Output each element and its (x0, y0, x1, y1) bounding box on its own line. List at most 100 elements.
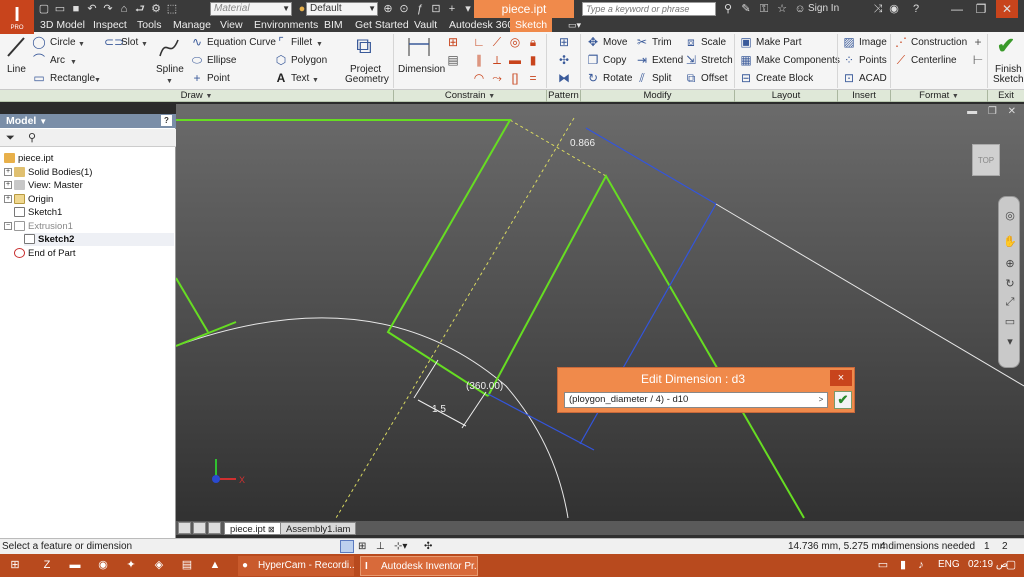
plus-icon[interactable]: + (446, 3, 458, 15)
tab-sketch[interactable]: Sketch (510, 18, 553, 32)
user-icon[interactable]: ☺ (794, 3, 806, 15)
chevron-right-icon[interactable]: > (816, 394, 826, 406)
panel-draw[interactable]: Draw ▼ (0, 90, 393, 102)
sketch-canvas[interactable]: 0.866 (360.00) 1.5 X (176, 104, 1024, 538)
coincident-icon[interactable]: ∟ (472, 36, 486, 48)
dimension-1-5-ext-b[interactable] (461, 391, 487, 429)
return-icon[interactable]: ⮐ (134, 3, 146, 15)
folder-icon[interactable]: ▬ (68, 558, 82, 572)
tab-bim[interactable]: BIM (322, 18, 345, 32)
smooth-icon[interactable]: ⤳ (490, 72, 504, 84)
save-icon[interactable]: ■ (70, 3, 82, 15)
profile-polygon-edge-1[interactable] (176, 119, 512, 397)
dimension-text-1-5[interactable]: 1.5 (432, 404, 446, 415)
expand-icon[interactable]: + (4, 181, 12, 190)
doc-tab-assembly[interactable]: Assembly1.iam (280, 522, 357, 535)
battery-icon[interactable]: ▭ (876, 558, 890, 572)
extension-line[interactable] (715, 203, 1024, 387)
restore-icon[interactable]: ❐ (970, 0, 992, 18)
taskbar-hypercam[interactable]: ● HyperCam - Recordi... (238, 556, 354, 576)
panel-layout[interactable]: Layout (735, 90, 837, 102)
tangent-icon[interactable]: ◠ (472, 72, 486, 84)
snap-icon[interactable] (340, 540, 354, 553)
tile-horizontal-icon[interactable] (178, 522, 191, 534)
driven-dimension-icon[interactable]: ⊢ (971, 54, 985, 66)
start-icon[interactable]: ⊞ (8, 558, 22, 572)
circular-pattern-icon[interactable]: ✣ (557, 54, 571, 66)
degrees-of-freedom-icon[interactable]: ✣ (424, 539, 432, 554)
dimension-text-top[interactable]: 0.866 (570, 138, 595, 149)
binoculars-icon[interactable]: ⚲ (28, 131, 36, 144)
tab-vault[interactable]: Vault (412, 18, 439, 32)
vlc-icon[interactable]: ▲ (208, 558, 222, 572)
collapse-icon[interactable]: − (4, 222, 12, 231)
auto-dimension-icon[interactable]: ⊞ (446, 36, 460, 48)
tab-manage[interactable]: Manage (171, 18, 213, 32)
collinear-icon[interactable]: ⟋ (490, 36, 504, 48)
navbar-options-icon[interactable]: ▾ (1003, 335, 1017, 349)
document-list-icon[interactable] (208, 522, 221, 534)
show-constraints-icon[interactable]: ▤ (446, 54, 460, 66)
dropdown-icon[interactable]: ▾ (462, 3, 474, 15)
app-icon[interactable]: ✦ (124, 558, 138, 572)
panel-modify[interactable]: Modify (581, 90, 734, 102)
tree-item-sketch1[interactable]: Sketch1 (4, 206, 62, 219)
search-input[interactable]: Type a keyword or phrase (582, 2, 716, 16)
expand-icon[interactable]: + (4, 168, 12, 177)
rectangular-pattern-icon[interactable]: ⊞ (557, 36, 571, 48)
zoom-all-icon[interactable]: ⤢ (1003, 295, 1017, 309)
steering-wheel-icon[interactable]: ◎ (1003, 209, 1017, 223)
glyph-toggle-icon[interactable]: ⊹▾ (394, 539, 407, 554)
favorites-icon[interactable]: ☆ (776, 3, 788, 15)
network-icon[interactable]: ▮ (896, 558, 910, 572)
open-icon[interactable]: ▭ (54, 3, 66, 15)
perpendicular-icon[interactable]: ⟂ (490, 54, 504, 66)
home-icon[interactable]: ⌂ (118, 3, 130, 15)
accept-button[interactable]: ✔ (834, 391, 852, 409)
tree-item-extrusion1[interactable]: − Extrusion1 (4, 220, 73, 233)
new-icon[interactable]: ▢ (38, 3, 50, 15)
help-icon[interactable]: ? (161, 115, 172, 126)
equal-icon[interactable]: = (526, 72, 540, 84)
undo-icon[interactable]: ↶ (86, 3, 98, 15)
volume-icon[interactable]: ♪ (914, 558, 928, 572)
dimension-line-top[interactable] (585, 127, 717, 205)
horizontal-icon[interactable]: ▬ (508, 54, 522, 66)
binoculars-icon[interactable]: ⚲ (722, 3, 734, 15)
select-icon[interactable]: ⬚ (166, 3, 178, 15)
panel-pattern[interactable]: Pattern (547, 90, 580, 102)
tile-vertical-icon[interactable] (193, 522, 206, 534)
zoom-icon[interactable]: ⊙ (398, 3, 410, 15)
application-menu-button[interactable]: I PRO (0, 0, 34, 34)
orbit-icon[interactable]: ↻ (1003, 277, 1017, 291)
tree-item-origin[interactable]: + Origin (4, 193, 53, 206)
mirror-icon[interactable]: ⧓ (557, 72, 571, 84)
reference-arc[interactable] (176, 317, 569, 519)
filezilla-icon[interactable]: Z (40, 558, 54, 572)
language-indicator[interactable]: ENG (938, 558, 960, 572)
app-icon-2[interactable]: ◈ (152, 558, 166, 572)
tab-overflow-icon[interactable]: ▭▾ (566, 18, 583, 32)
panel-exit[interactable]: Exit (988, 90, 1024, 102)
update-icon[interactable]: ⚙ (150, 3, 162, 15)
close-icon[interactable]: ✕ (996, 0, 1018, 18)
notifications-icon[interactable]: ▢ (1004, 558, 1018, 572)
tab-get-started[interactable]: Get Started (353, 18, 411, 32)
help-search-icon[interactable]: ⚿ (758, 3, 770, 15)
symmetric-icon[interactable]: [] (508, 72, 522, 84)
pan-icon[interactable]: ✋ (1003, 235, 1017, 249)
tab-view[interactable]: View (218, 18, 245, 32)
tab-environments[interactable]: Environments (252, 18, 320, 32)
dimension-text-angle[interactable]: (360.00) (466, 381, 503, 392)
construction-line-1[interactable] (335, 117, 575, 519)
tab-3d-model[interactable]: 3D Model (38, 18, 87, 32)
expand-icon[interactable]: + (4, 195, 12, 204)
fx-icon[interactable]: ƒ (414, 3, 426, 15)
doc-tab-piece[interactable]: piece.ipt ⊠ (224, 522, 281, 535)
tree-item-piece[interactable]: piece.ipt (4, 152, 53, 165)
material-combo[interactable]: Material ▼ (210, 2, 292, 16)
center-point-icon[interactable]: + (971, 36, 985, 48)
document-icon[interactable]: ▤ (180, 558, 194, 572)
filter-icon[interactable]: ⏷ (6, 132, 15, 145)
dialog-close-button[interactable]: × (830, 370, 852, 386)
